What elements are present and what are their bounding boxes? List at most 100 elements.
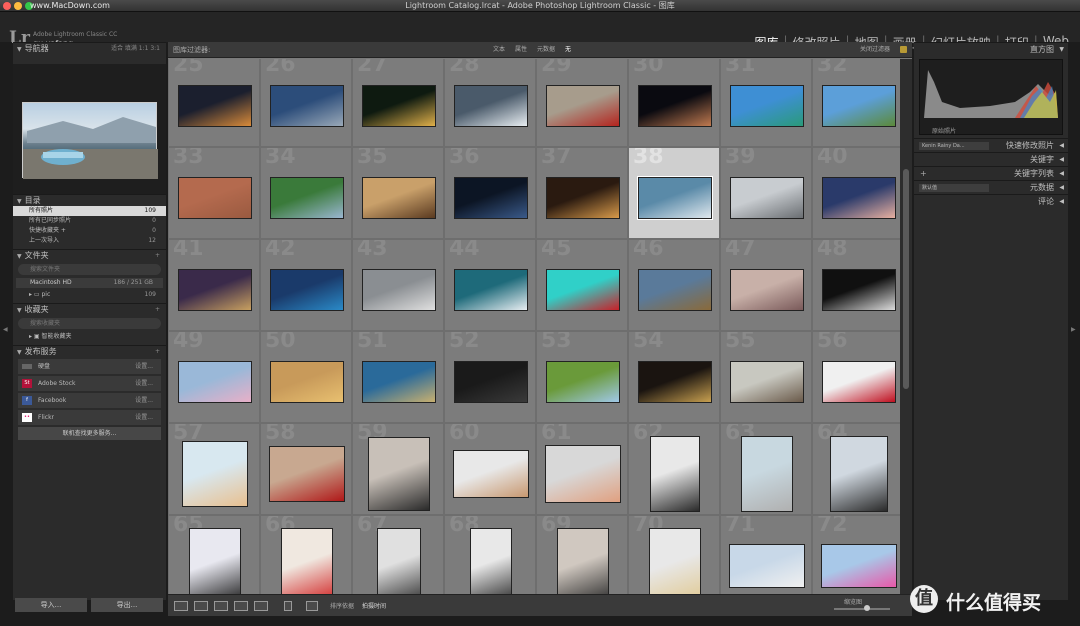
grid-cell[interactable]: 30 <box>628 59 720 147</box>
grid-cell[interactable]: 52 <box>444 331 536 423</box>
close-filter-button[interactable]: 关闭过滤器 <box>860 42 890 58</box>
photo-thumbnail[interactable] <box>822 85 896 127</box>
photo-thumbnail[interactable] <box>637 176 713 220</box>
people-view-icon[interactable] <box>254 601 268 611</box>
grid-cell[interactable]: 71 <box>720 515 812 594</box>
photo-thumbnail[interactable] <box>546 269 620 311</box>
photo-thumbnail[interactable] <box>546 85 620 127</box>
slider-knob[interactable] <box>864 605 870 611</box>
photo-thumbnail[interactable] <box>270 177 344 219</box>
catalog-row-synced[interactable]: 所有已同步照片 0 <box>13 216 166 226</box>
spray-can-icon[interactable] <box>284 601 292 611</box>
volume-row[interactable]: Macintosh HD 186 / 251 GB <box>16 278 163 288</box>
grid-cell[interactable]: 56 <box>812 331 900 423</box>
catalog-header[interactable]: ▼ 目录 <box>13 194 166 206</box>
collections-header[interactable]: ▼ 收藏夹 + <box>13 303 166 315</box>
photo-thumbnail[interactable] <box>182 441 248 507</box>
photo-thumbnail[interactable] <box>454 177 528 219</box>
grid-cell[interactable]: 69 <box>536 515 628 594</box>
grid-cell[interactable]: 39 <box>720 147 812 239</box>
photo-thumbnail[interactable] <box>362 85 436 127</box>
photo-thumbnail[interactable] <box>729 544 805 588</box>
grid-cell[interactable]: 34 <box>260 147 352 239</box>
photo-thumbnail[interactable] <box>830 436 888 512</box>
photo-thumbnail[interactable] <box>546 177 620 219</box>
add-service-icon[interactable]: + <box>155 346 160 358</box>
photo-thumbnail[interactable] <box>650 436 700 512</box>
catalog-row-previous-import[interactable]: 上一次导入 12 <box>13 236 166 246</box>
survey-view-icon[interactable] <box>234 601 248 611</box>
filter-text-tab[interactable]: 文本 <box>488 45 510 55</box>
photo-thumbnail[interactable] <box>557 528 609 594</box>
filter-none-tab[interactable]: 无 <box>560 45 576 55</box>
right-panel-toggle[interactable]: ▶ <box>1068 42 1080 604</box>
original-photo-label[interactable]: 原始照片 <box>932 126 956 135</box>
find-more-services-button[interactable]: 联机查找更多服务... <box>18 427 161 440</box>
compare-view-icon[interactable] <box>214 601 228 611</box>
grid-cell[interactable]: 38 <box>628 147 720 239</box>
histogram-header[interactable]: 直方图 ▼ <box>914 42 1068 56</box>
sort-direction-icon[interactable] <box>306 601 318 611</box>
grid-cell[interactable]: 50 <box>260 331 352 423</box>
left-panel-toggle[interactable]: ◀ <box>0 42 12 604</box>
photo-thumbnail[interactable] <box>377 528 421 594</box>
grid-cell[interactable]: 40 <box>812 147 900 239</box>
photo-thumbnail[interactable] <box>189 528 241 594</box>
grid-cell[interactable]: 59 <box>352 423 444 515</box>
photo-thumbnail[interactable] <box>741 436 793 512</box>
photo-thumbnail[interactable] <box>730 177 804 219</box>
grid-cell[interactable]: 43 <box>352 239 444 331</box>
grid-cell[interactable]: 26 <box>260 59 352 147</box>
photo-thumbnail[interactable] <box>821 544 897 588</box>
metadata-header[interactable]: 默认值 元数据 ◀ <box>914 180 1068 194</box>
catalog-row-all-photos[interactable]: 所有照片 109 <box>13 206 166 216</box>
photo-thumbnail[interactable] <box>638 85 712 127</box>
photo-thumbnail[interactable] <box>638 361 712 403</box>
navigator-zoom-options[interactable]: 适合 填满 1:1 3:1 <box>111 43 160 55</box>
photo-thumbnail[interactable] <box>545 445 621 503</box>
folder-row-pic[interactable]: ▸ ▭ pic 109 <box>13 290 166 300</box>
photo-thumbnail[interactable] <box>269 446 345 502</box>
sort-dropdown[interactable]: 拍摄时间 <box>362 601 386 610</box>
saved-preset-select[interactable]: Kenin Rainy Da... <box>919 142 989 150</box>
collection-search-input[interactable]: 搜索收藏夹 <box>18 318 161 329</box>
grid-cell[interactable]: 61 <box>536 423 628 515</box>
export-button[interactable]: 导出... <box>91 598 163 612</box>
photo-thumbnail[interactable] <box>730 361 804 403</box>
folder-search-input[interactable]: 搜索文件夹 <box>18 264 161 275</box>
photo-thumbnail[interactable] <box>362 177 436 219</box>
photo-thumbnail[interactable] <box>362 269 436 311</box>
grid-cell[interactable]: 54 <box>628 331 720 423</box>
photo-thumbnail[interactable] <box>453 450 529 498</box>
grid-cell[interactable]: 27 <box>352 59 444 147</box>
photo-thumbnail[interactable] <box>368 437 430 511</box>
grid-cell[interactable]: 29 <box>536 59 628 147</box>
grid-cell[interactable]: 65 <box>168 515 260 594</box>
photo-thumbnail[interactable] <box>454 85 528 127</box>
metadata-preset-select[interactable]: 默认值 <box>919 184 989 192</box>
photo-thumbnail[interactable] <box>178 361 252 403</box>
add-keyword-icon[interactable]: + <box>920 167 927 181</box>
grid-cell[interactable]: 57 <box>168 423 260 515</box>
grid-cell[interactable]: 53 <box>536 331 628 423</box>
comments-header[interactable]: 评论 ◀ <box>914 194 1068 208</box>
photo-thumbnail[interactable] <box>822 269 896 311</box>
grid-cell[interactable]: 36 <box>444 147 536 239</box>
photo-thumbnail[interactable] <box>649 528 701 594</box>
catalog-row-quick-collection[interactable]: 快捷收藏夹 + 0 <box>13 226 166 236</box>
grid-cell[interactable]: 60 <box>444 423 536 515</box>
service-adobe-stock[interactable]: St Adobe Stock 设置... <box>18 376 161 391</box>
import-button[interactable]: 导入... <box>15 598 87 612</box>
photo-thumbnail[interactable] <box>362 361 436 403</box>
navigator-preview[interactable] <box>13 64 166 194</box>
grid-cell[interactable]: 62 <box>628 423 720 515</box>
grid-cell[interactable]: 25 <box>168 59 260 147</box>
grid-cell[interactable]: 35 <box>352 147 444 239</box>
grid-cell[interactable]: 31 <box>720 59 812 147</box>
navigator-header[interactable]: ▼ 导航器 适合 填满 1:1 3:1 <box>13 42 166 54</box>
histogram[interactable]: 原始照片 <box>919 59 1063 135</box>
folders-header[interactable]: ▼ 文件夹 + <box>13 249 166 261</box>
grid-cell[interactable]: 67 <box>352 515 444 594</box>
add-collection-icon[interactable]: + <box>155 304 160 316</box>
photo-thumbnail[interactable] <box>546 361 620 403</box>
